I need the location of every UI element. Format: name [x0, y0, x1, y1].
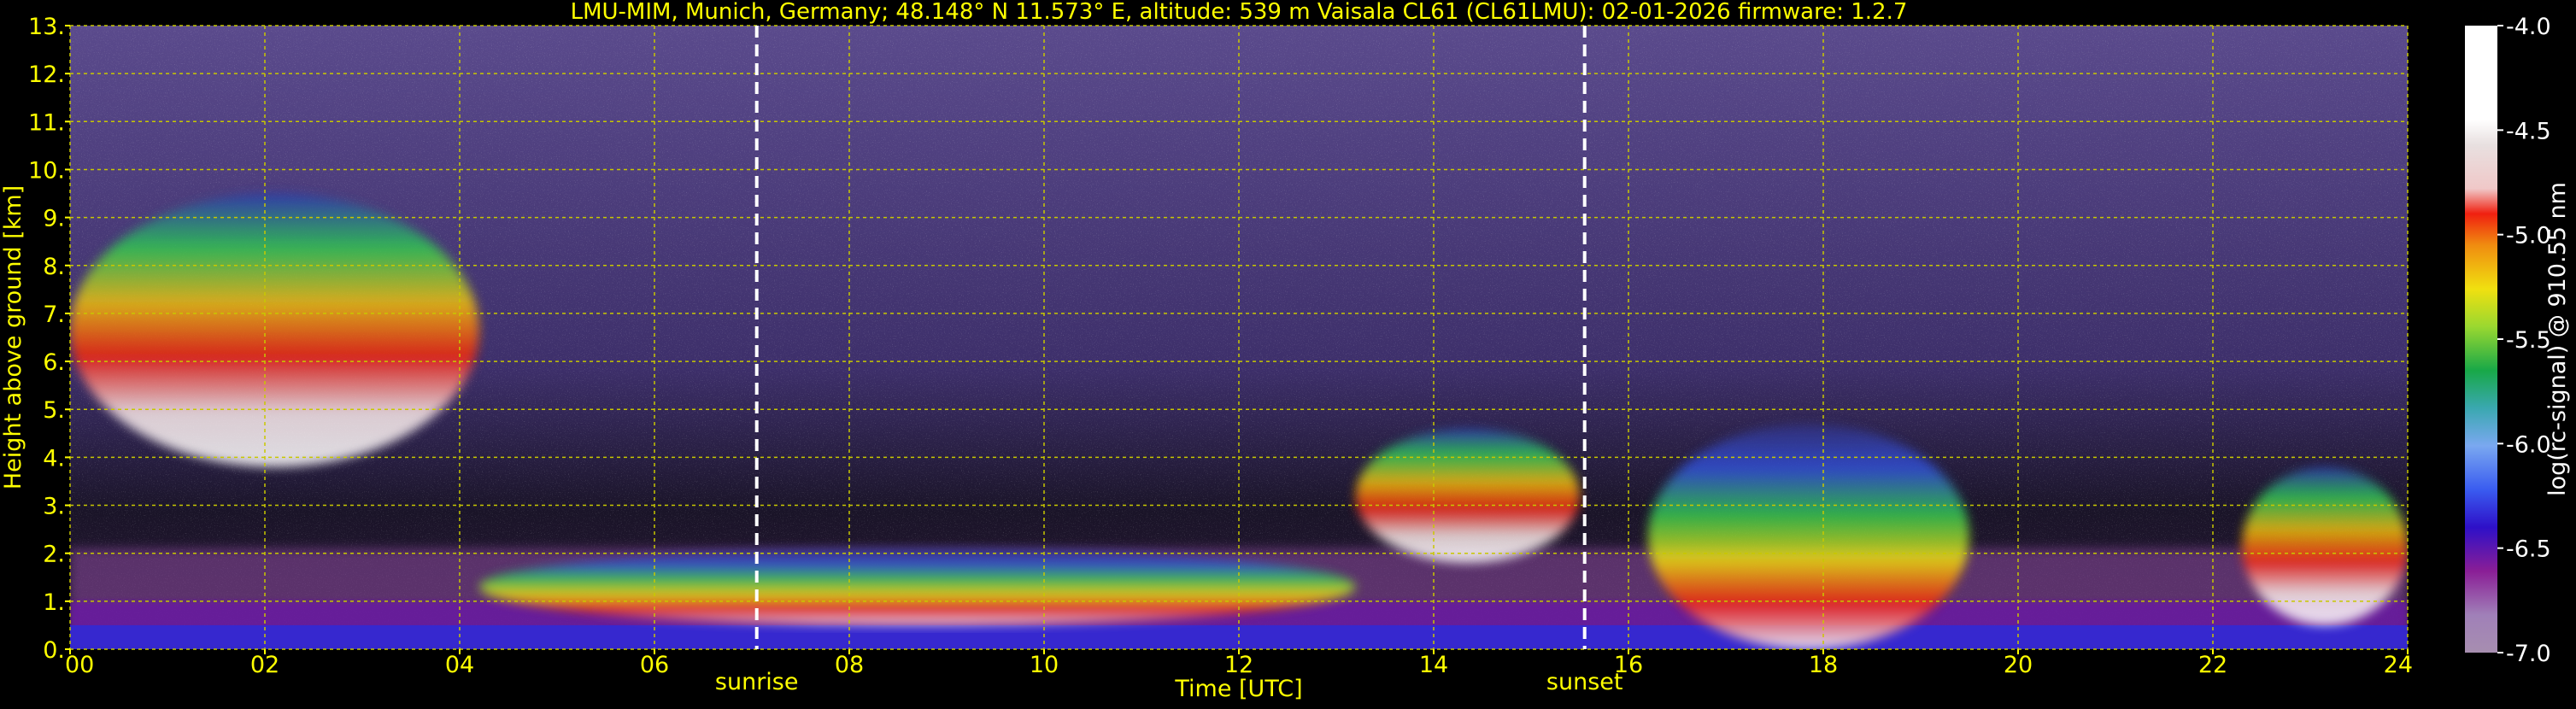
colorbar-label: log(rc-signal) @ 910.55 nm	[2544, 182, 2571, 496]
ceilometer-plot: sunrise sunset 00 02 04 06 08 10 12 14 16 18 20 22 24…	[0, 0, 2571, 702]
y-tick-label: 8.	[43, 254, 65, 280]
y-tick-label: 3.	[43, 494, 65, 520]
x-tick-label: 14	[1419, 652, 1448, 678]
y-tick-label: 2.	[43, 542, 65, 568]
x-axis-ticks: 00 02 04 06 08 10 12 14 16 18 20 22 24	[65, 649, 2413, 678]
colorbar-gradient	[2465, 26, 2497, 653]
y-tick-label: 10.	[28, 157, 65, 184]
heatmap-area	[70, 26, 2408, 649]
y-tick-label: 5.	[43, 397, 65, 424]
x-tick-label: 00	[65, 652, 94, 678]
y-tick-label: 13.	[28, 14, 65, 40]
y-axis-ticks: 0. 1. 2. 3. 4. 5. 6. 7. 8. 9. 10. 11. 12. 13.	[28, 14, 70, 664]
y-tick-label: 11.	[28, 109, 65, 136]
x-tick-label: 04	[445, 652, 474, 678]
feature-high-cloud	[70, 193, 479, 467]
x-tick-label: 22	[2198, 652, 2227, 678]
x-tick-label: 20	[2004, 652, 2033, 678]
x-tick-label: 24	[2384, 652, 2413, 678]
colorbar-ticks: -4.0-4.5-5.0-5.5-6.0-6.5-7.0	[2497, 14, 2551, 667]
x-tick-label: 10	[1030, 652, 1059, 678]
x-tick-label: 06	[640, 652, 669, 678]
y-tick-label: 7.	[43, 302, 65, 328]
x-tick-label: 12	[1224, 652, 1253, 678]
colorbar-tick-label: -7.0	[2506, 641, 2551, 667]
y-axis-label: Height above ground [km]	[0, 185, 26, 489]
y-tick-label: 1.	[43, 589, 65, 616]
y-tick-label: 6.	[43, 349, 65, 376]
x-tick-label: 02	[250, 652, 279, 678]
feature-boundary-layer-top	[478, 548, 1356, 625]
x-tick-label: 18	[1809, 652, 1838, 678]
colorbar-tick-label: -4.5	[2506, 118, 2551, 144]
feature-mid-cloud	[1355, 428, 1580, 563]
colorbar-tick-label: -6.5	[2506, 536, 2551, 563]
x-axis-label: Time [UTC]	[1174, 676, 1302, 702]
ceilometer-figure: sunrise sunset 00 02 04 06 08 10 12 14 16 18 20 22 24…	[0, 0, 2576, 706]
x-tick-label: 16	[1614, 652, 1643, 678]
marker-label-sunset: sunset	[1546, 669, 1623, 695]
colorbar: -4.0-4.5-5.0-5.5-6.0-6.5-7.0 log(rc-sign…	[2465, 14, 2571, 667]
y-tick-label: 12.	[28, 62, 65, 88]
y-tick-label: 9.	[43, 206, 65, 232]
colorbar-tick-label: -4.0	[2506, 14, 2551, 40]
y-tick-label: 0.	[43, 637, 65, 664]
x-tick-label: 08	[835, 652, 864, 678]
chart-title: LMU-MIM, Munich, Germany; 48.148° N 11.5…	[571, 0, 1908, 25]
y-tick-label: 4.	[43, 445, 65, 472]
marker-label-sunrise: sunrise	[715, 669, 799, 695]
